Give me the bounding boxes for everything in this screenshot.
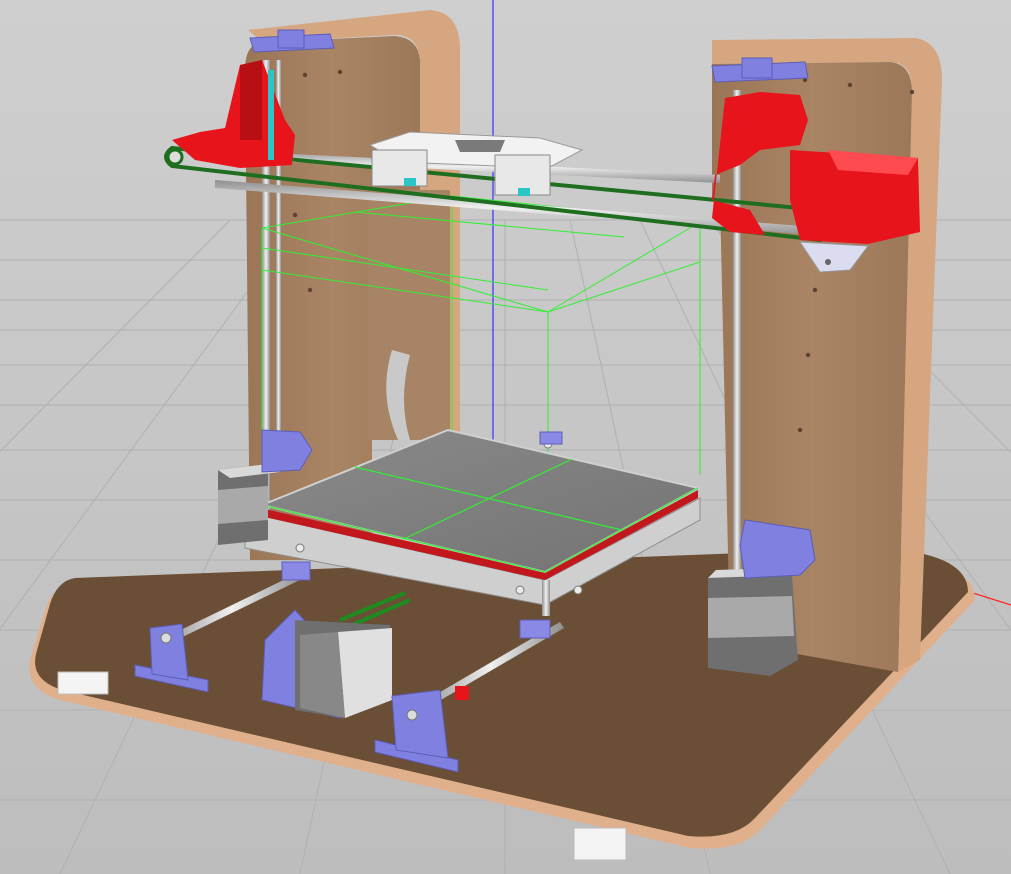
- carriage-bearing-left: [371, 149, 428, 187]
- base-foot-left: [57, 671, 109, 695]
- scene-canvas[interactable]: [0, 0, 1011, 874]
- y-motor[interactable]: [261, 609, 392, 719]
- cad-viewport[interactable]: [0, 0, 1011, 874]
- x-idler-pulley: [166, 148, 184, 166]
- bed-standoff-front: [542, 580, 550, 616]
- base-foot-front: [573, 827, 627, 861]
- frame-rear-panel: [368, 190, 450, 440]
- z-mount-right: [739, 519, 816, 579]
